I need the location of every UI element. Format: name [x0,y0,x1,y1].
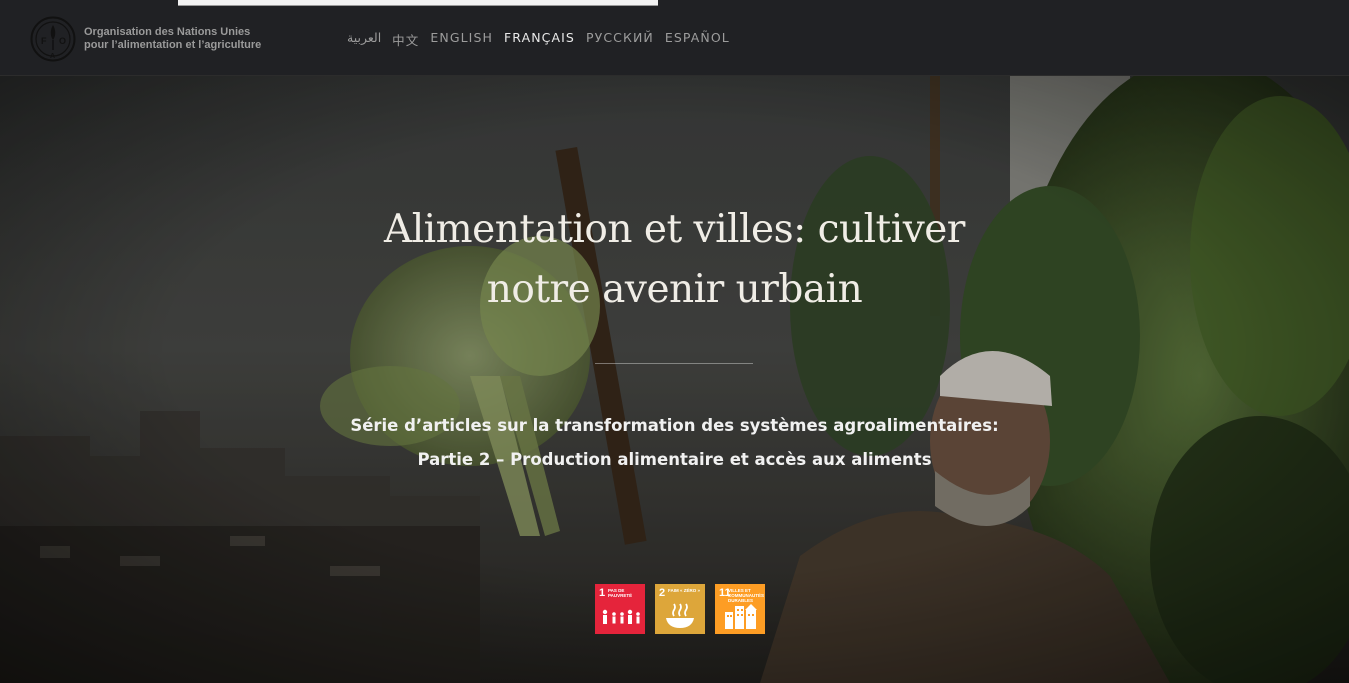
organization-name: Organisation des Nations Unies pour l’al… [84,26,261,52]
language-chinese[interactable]: 中文 [392,30,419,49]
top-navigation-bar: F O A Organisation des Nations Unies pou… [0,0,1349,76]
page-title-line2: notre avenir urbain [486,267,863,312]
subtitle-line1: Série d’articles sur la transformation d… [350,416,999,435]
hero-banner: Alimentation et villes: cultiver notre a… [0,76,1349,683]
language-spanish[interactable]: ESPAÑOL [665,30,730,49]
language-english[interactable]: ENGLISH [430,30,493,49]
title-divider [595,363,753,364]
language-arabic[interactable]: العربية [347,30,381,49]
sdg-11-sustainable-cities-badge[interactable]: 11 VILLES ET COMMUNAUTÉS DURABLES [715,584,765,634]
fao-emblem-icon: F O A [30,16,76,62]
page-title-line1: Alimentation et villes: cultiver [384,207,965,252]
svg-text:A: A [50,53,55,60]
organization-name-line2: pour l’alimentation et l’agriculture [84,39,262,51]
sdg-icons: 1 PAS DE PAUVRETÉ 2 FAIM « ZÉRO » 11 VIL… [595,584,765,634]
language-switcher: العربية 中文 ENGLISH FRANÇAIS РУССКИЙ ESPA… [347,30,730,49]
family-icon [602,609,640,624]
subtitle-line2: Partie 2 – Production alimentaire et acc… [417,450,932,469]
food-bowl-icon [666,603,694,628]
language-russian[interactable]: РУССКИЙ [586,30,654,49]
language-french[interactable]: FRANÇAIS [504,30,575,49]
page-title: Alimentation et villes: cultiver notre a… [300,200,1049,320]
svg-text:F: F [41,36,47,46]
city-buildings-icon [725,604,757,629]
svg-text:O: O [59,36,66,46]
organization-name-line1: Organisation des Nations Unies [84,26,251,38]
sdg-2-zero-hunger-badge[interactable]: 2 FAIM « ZÉRO » [655,584,705,634]
sdg-1-no-poverty-badge[interactable]: 1 PAS DE PAUVRETÉ [595,584,645,634]
page-subtitle: Série d’articles sur la transformation d… [300,409,1049,477]
browser-overlay-strip [178,0,658,6]
fao-logo-link[interactable]: F O A Organisation des Nations Unies pou… [30,16,261,62]
